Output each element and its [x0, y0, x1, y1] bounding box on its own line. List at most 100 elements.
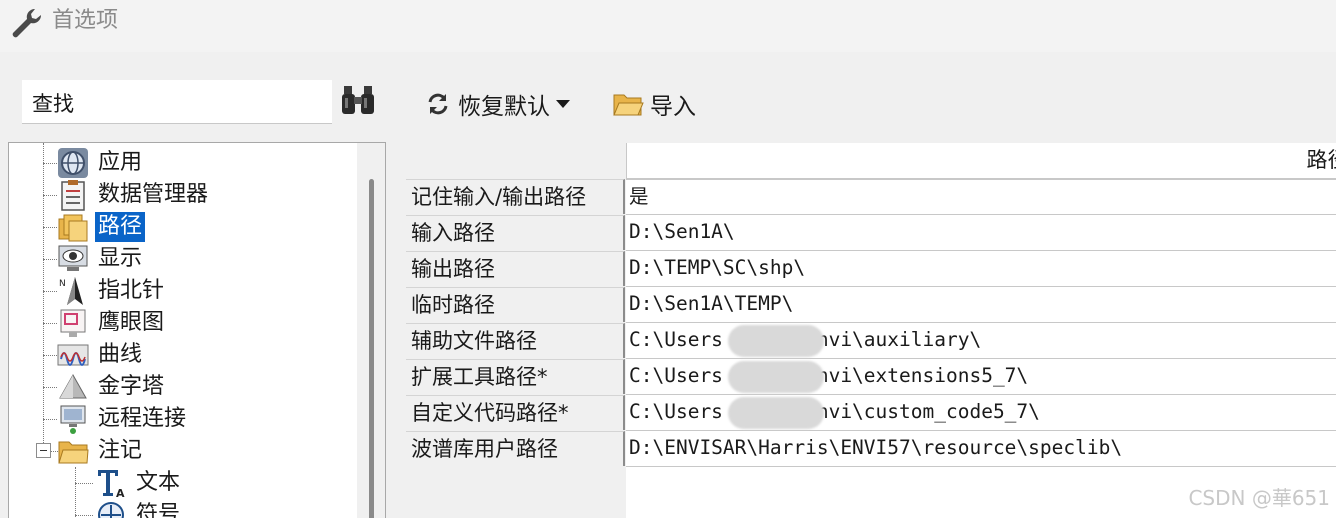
- curve-icon: [57, 344, 89, 366]
- tree-connector: [43, 291, 57, 292]
- tree-item-pyramid[interactable]: 金字塔: [57, 371, 167, 403]
- symbol-icon: [98, 502, 124, 518]
- tree-item-display[interactable]: 显示: [57, 243, 145, 275]
- svg-text:N: N: [59, 279, 66, 289]
- category-tree[interactable]: 应用 数据管理器 路径 显示 N 指北针 鹰眼图 曲线 金字塔 远程连接 注记 …: [8, 142, 386, 518]
- redacted-username: [728, 397, 824, 429]
- property-table: 路径 记住输入/输出路径 是 输入路径 D:\Sen1A\ 输出路径 D:\TE…: [406, 143, 1336, 518]
- title-bar: 首选项: [0, 0, 1336, 52]
- tree-item-label: 符号: [136, 502, 181, 518]
- row-label: 扩展工具路径*: [406, 359, 625, 394]
- tree-item-label: 鹰眼图: [98, 310, 165, 335]
- table-row[interactable]: 临时路径 D:\Sen1A\TEMP\: [406, 287, 1336, 323]
- scrollbar-thumb[interactable]: [369, 179, 374, 518]
- eye-monitor-icon: [58, 245, 88, 271]
- row-label: 临时路径: [406, 287, 625, 322]
- text-tool-icon: A: [98, 470, 125, 499]
- row-value[interactable]: D:\Sen1A\: [626, 215, 1336, 251]
- row-label: 输出路径: [406, 251, 625, 286]
- binoculars-icon[interactable]: [340, 84, 376, 118]
- row-value: C:\Users \.idl\envi\extensions5_7\: [629, 364, 1029, 387]
- watermark: CSDN @華651: [1188, 486, 1330, 510]
- column-header: 路径: [626, 143, 1336, 179]
- tree-item-label: 远程连接: [98, 406, 187, 431]
- tree-item-curve[interactable]: 曲线: [57, 339, 145, 371]
- restore-defaults-button[interactable]: 恢复默认: [424, 84, 570, 124]
- tree-item-label: 曲线: [98, 342, 143, 367]
- tree-connector: [43, 143, 44, 443]
- tree-connector: [43, 195, 57, 196]
- tree-connector: [43, 227, 57, 228]
- import-label: 导入: [650, 94, 696, 120]
- row-value[interactable]: D:\TEMP\SC\shp\: [626, 251, 1336, 287]
- tree-connector: [75, 483, 93, 484]
- row-label: 输入路径: [406, 215, 625, 250]
- table-row[interactable]: 扩展工具路径* C:\Users \.idl\envi\extensions5_…: [406, 359, 1336, 395]
- row-value-wrap[interactable]: C:\Users \.idl\envi\auxiliary\: [626, 323, 1336, 359]
- tree-connector: [43, 259, 57, 260]
- row-label: 波谱库用户路径: [406, 431, 625, 466]
- row-value[interactable]: D:\ENVISAR\Harris\ENVI57\resource\specli…: [626, 431, 1336, 467]
- folder-icon: [58, 441, 89, 464]
- north-arrow-icon: N: [59, 277, 83, 305]
- tree-item-label: 显示: [98, 246, 143, 271]
- tree-connector: [75, 467, 76, 518]
- row-label: 自定义代码路径*: [406, 395, 625, 430]
- clipboard-icon: [61, 180, 85, 211]
- tree-item-symbol[interactable]: 符号: [95, 499, 183, 518]
- remote-connection-icon: [60, 405, 86, 434]
- table-row[interactable]: 波谱库用户路径 D:\ENVISAR\Harris\ENVI57\resourc…: [406, 431, 1336, 467]
- tree-item-north-arrow[interactable]: N 指北针: [57, 275, 167, 307]
- tree-item-app[interactable]: 应用: [57, 147, 145, 179]
- tree-connector: [75, 515, 93, 516]
- wrench-icon: [12, 8, 42, 38]
- table-corner: [406, 143, 626, 179]
- open-folder-icon: [613, 94, 644, 116]
- tree-item-annotation[interactable]: 注记: [57, 435, 145, 467]
- tree-item-label: 应用: [98, 150, 143, 175]
- row-value: C:\Users \.idl\envi\custom_code5_7\: [629, 400, 1040, 423]
- tree-connector: [43, 163, 57, 164]
- folders-icon: [58, 214, 88, 242]
- row-value-wrap[interactable]: C:\Users \.idl\envi\custom_code5_7\: [626, 395, 1336, 431]
- table-row[interactable]: 输入路径 D:\Sen1A\: [406, 215, 1336, 251]
- table-row[interactable]: 辅助文件路径 C:\Users \.idl\envi\auxiliary\: [406, 323, 1336, 359]
- row-label: 记住输入/输出路径: [406, 179, 625, 214]
- pyramid-icon: [59, 373, 87, 399]
- tree-scrollbar[interactable]: [357, 143, 385, 518]
- row-value[interactable]: D:\Sen1A\TEMP\: [626, 287, 1336, 323]
- tree-item-label: 指北针: [98, 278, 165, 303]
- refresh-icon: [428, 93, 448, 115]
- tree-item-label: 注记: [98, 438, 143, 463]
- table-row[interactable]: 记住输入/输出路径 是: [406, 179, 1336, 215]
- tree-connector: [43, 387, 57, 388]
- tree-item-label: 金字塔: [98, 374, 165, 399]
- tree-item-label: 文本: [136, 470, 181, 495]
- tree-item-paths[interactable]: 路径: [57, 211, 146, 243]
- globe-icon: [58, 148, 88, 178]
- tree-item-label: 路径: [95, 212, 146, 242]
- tree-item-label: 数据管理器: [98, 182, 209, 207]
- restore-defaults-label: 恢复默认: [458, 94, 550, 120]
- collapse-toggle[interactable]: [36, 443, 51, 458]
- row-value-wrap[interactable]: C:\Users \.idl\envi\extensions5_7\: [626, 359, 1336, 395]
- tree-connector: [43, 323, 57, 324]
- table-row[interactable]: 输出路径 D:\TEMP\SC\shp\: [406, 251, 1336, 287]
- tree-item-overview[interactable]: 鹰眼图: [57, 307, 167, 339]
- tree-item-remote-connection[interactable]: 远程连接: [57, 403, 189, 435]
- tree-item-data-manager[interactable]: 数据管理器: [57, 179, 211, 211]
- svg-text:A: A: [116, 487, 125, 499]
- import-button[interactable]: 导入: [612, 84, 696, 124]
- redacted-username: [728, 325, 824, 357]
- table-row[interactable]: 自定义代码路径* C:\Users \.idl\envi\custom_code…: [406, 395, 1336, 431]
- search-input[interactable]: [22, 80, 332, 124]
- tree-connector: [43, 419, 57, 420]
- window-title: 首选项: [52, 8, 119, 33]
- row-value[interactable]: 是: [626, 179, 1336, 215]
- tree-item-text[interactable]: A 文本: [95, 467, 183, 499]
- tree-connector: [43, 355, 57, 356]
- column-header-label: 路径: [1306, 148, 1336, 172]
- chevron-down-icon: [556, 100, 570, 108]
- redacted-username: [728, 361, 824, 393]
- overview-icon: [60, 309, 86, 337]
